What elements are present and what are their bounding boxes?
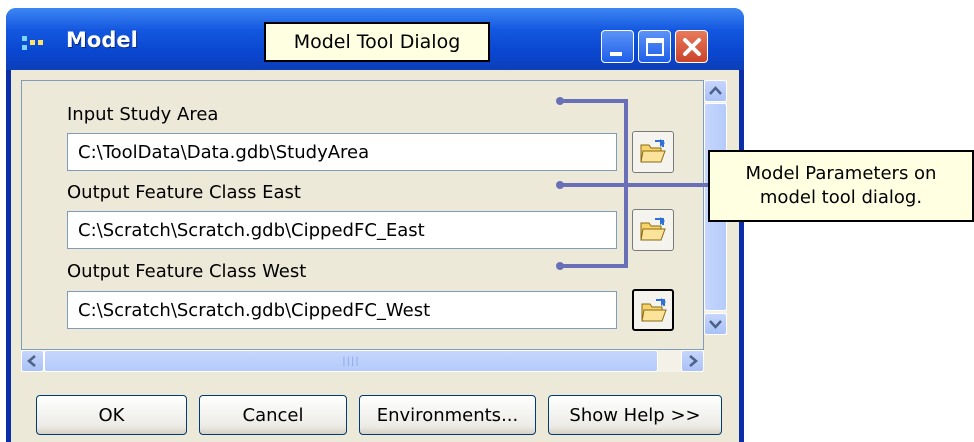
callout-line-1: Model Parameters on bbox=[745, 163, 937, 184]
callout-line-2: model tool dialog. bbox=[759, 187, 923, 208]
model-parameters-callout: Model Parameters on model tool dialog. bbox=[708, 150, 974, 222]
